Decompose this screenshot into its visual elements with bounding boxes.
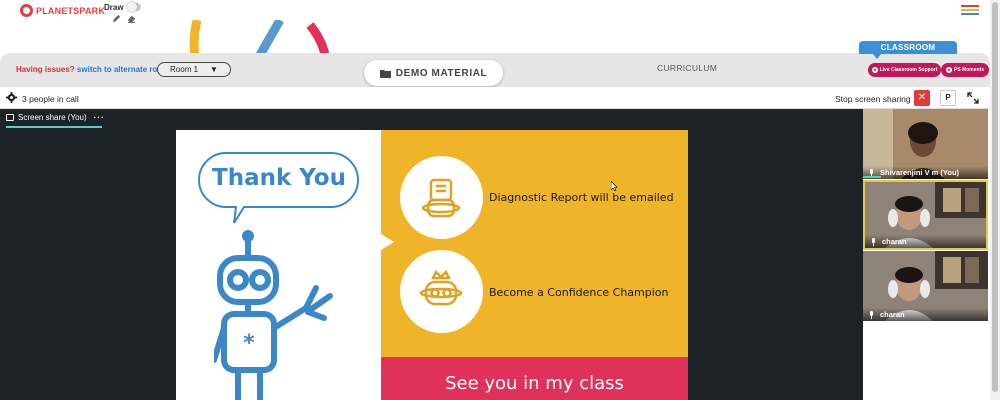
pencil-icon[interactable]	[112, 14, 121, 23]
support-icon	[871, 67, 878, 73]
more-options-icon[interactable]: ···	[94, 113, 105, 122]
participant-label: Shivarenjini V m (You)	[863, 166, 988, 179]
issues-notice: Having issues? switch to alternate room	[16, 65, 169, 74]
participant-name: Shivarenjini V m (You)	[880, 168, 960, 177]
mouse-cursor-icon	[611, 181, 618, 191]
room-select[interactable]: Room 1 ▼	[157, 62, 231, 77]
gear-icon[interactable]	[6, 92, 17, 103]
speaking-indicator	[863, 176, 881, 178]
curriculum-tab[interactable]: CURRICULUM	[657, 63, 717, 73]
participant-label: charan	[865, 235, 986, 248]
screen-share-tab[interactable]: Screen share (You) ···	[6, 113, 105, 122]
screen-share-label: Screen share (You)	[18, 113, 87, 122]
p-button[interactable]: P	[940, 90, 956, 106]
slide-item-text: Diagnostic Report will be emailed	[489, 191, 674, 204]
live-support-label: Live Classroom Support	[879, 67, 938, 73]
classroom-caret-icon	[873, 54, 881, 59]
top-bar: PLANETSPARK Draw	[0, 0, 990, 24]
draw-toggle[interactable]	[127, 2, 141, 12]
switch-room-link[interactable]: switch to alternate room	[77, 65, 169, 74]
participant-tile[interactable]: Shivarenjini V m (You)	[863, 109, 988, 179]
issues-text: Having issues?	[16, 65, 75, 74]
draw-label: Draw	[104, 3, 124, 12]
active-tab-indicator	[6, 126, 102, 128]
eraser-icon[interactable]	[127, 14, 136, 23]
scrollbar-thumb[interactable]	[992, 2, 998, 392]
planetspark-logo[interactable]: PLANETSPARK	[20, 4, 105, 17]
classroom-tab[interactable]: CLASSROOM	[859, 41, 957, 54]
ps-moments-label: PS Moments	[953, 67, 984, 73]
slide-notch	[381, 234, 394, 250]
logo-text: PLANETSPARK	[36, 5, 106, 16]
stop-share-close-button[interactable]: ✕	[914, 90, 930, 106]
live-support-button[interactable]: Live Classroom Support	[868, 63, 941, 77]
folder-icon	[379, 69, 391, 78]
microphone-icon	[872, 237, 875, 246]
participant-tile[interactable]: charan	[863, 180, 988, 250]
report-robot-icon	[400, 156, 483, 239]
shared-slide: Thank You * Diagnostic Report will be em…	[176, 130, 688, 400]
participant-name: charan	[880, 310, 905, 319]
screen-icon	[6, 114, 14, 121]
classroom-app: PLANETSPARK Draw Having issues? switch t…	[0, 0, 1000, 400]
caret-down-icon: ▼	[210, 65, 218, 74]
demo-material-button[interactable]: DEMO MATERIAL	[364, 60, 503, 86]
room-select-value: Room 1	[170, 65, 199, 74]
thank-you-text: Thank You	[212, 165, 346, 191]
people-in-call: 3 people in call	[22, 94, 79, 104]
crown-robot-icon	[400, 250, 483, 333]
hamburger-icon[interactable]	[961, 5, 979, 16]
slide-item-text: Become a Confidence Champion	[489, 286, 669, 299]
robot-illustration: *	[214, 230, 333, 400]
svg-text:*: *	[243, 331, 255, 356]
participant-label: charan	[863, 308, 988, 321]
stop-screen-sharing-label[interactable]: Stop screen sharing	[835, 94, 911, 104]
ps-moments-button[interactable]: PS Moments	[941, 63, 989, 77]
participant-name: charan	[882, 237, 907, 246]
demo-material-label: DEMO MATERIAL	[395, 67, 488, 79]
moments-icon	[945, 67, 952, 73]
see-you-text: See you in my class	[445, 373, 624, 394]
fullscreen-icon[interactable]	[967, 92, 979, 104]
microphone-icon	[870, 310, 873, 319]
logo-mark-icon	[20, 4, 33, 17]
participant-tile[interactable]: charan	[863, 251, 988, 321]
